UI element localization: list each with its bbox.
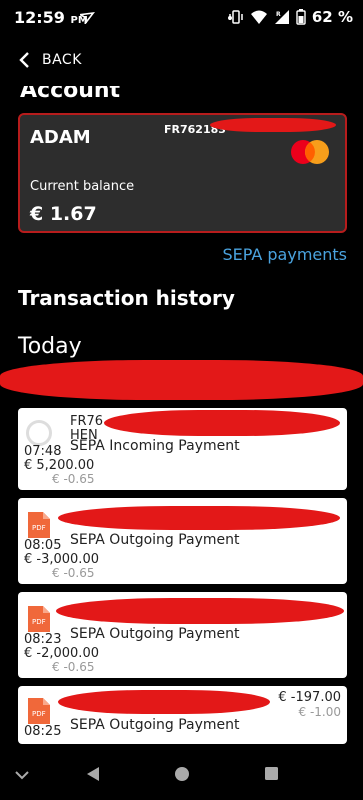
redaction-mark (58, 506, 340, 530)
wifi-icon (250, 10, 267, 24)
transaction-time: 08:23 (24, 632, 62, 647)
transaction-time: 08:05 (24, 538, 62, 553)
recents-square-icon[interactable] (264, 766, 279, 781)
section-title: Account (20, 78, 121, 103)
back-label: BACK (42, 52, 82, 68)
transaction-amount: € -2,000.00 (24, 646, 99, 661)
transaction-history-title: Transaction history (18, 286, 235, 310)
status-right-cluster: R 62 % (228, 8, 353, 26)
chevron-down-icon[interactable] (14, 770, 30, 780)
vibrate-icon (229, 10, 243, 24)
system-nav-bar (0, 752, 363, 800)
transaction-item[interactable]: PDF 08:05 SEPA Outgoing Payment € -3,000… (18, 498, 347, 584)
transaction-amount: € 5,200.00 (24, 458, 95, 473)
redaction-mark (0, 360, 363, 400)
signal-icon: R (274, 10, 289, 24)
header: BACK (0, 46, 363, 80)
day-title: Today (18, 334, 82, 359)
transaction-item[interactable]: PDF 08:23 SEPA Outgoing Payment € -2,000… (18, 592, 347, 678)
transaction-type: SEPA Outgoing Payment (70, 717, 240, 733)
svg-text:R: R (276, 11, 281, 18)
battery-icon (296, 9, 306, 25)
circle-icon (26, 420, 52, 446)
balance-label: Current balance (30, 179, 135, 194)
transaction-type: SEPA Incoming Payment (70, 438, 240, 454)
transaction-type: SEPA Outgoing Payment (70, 626, 240, 642)
svg-text:PDF: PDF (32, 710, 46, 718)
redaction-mark (210, 118, 336, 132)
status-time: 12:59 PM (14, 8, 88, 27)
transaction-fee: € -0.65 (52, 472, 95, 486)
home-circle-icon[interactable] (174, 766, 190, 782)
transaction-time: 07:48 (24, 444, 62, 459)
transaction-fee: € -1.00 (298, 705, 342, 719)
transaction-reference: FR76 (70, 414, 104, 429)
svg-text:PDF: PDF (32, 524, 46, 532)
transaction-amount: € -197.00 (278, 690, 341, 705)
mastercard-logo-icon (291, 140, 329, 164)
status-bar: 12:59 PM R 62 % (0, 0, 363, 36)
transaction-time: 08:25 (24, 724, 62, 739)
pdf-icon: PDF (28, 512, 50, 538)
back-button[interactable]: BACK (18, 51, 82, 69)
transaction-item[interactable]: PDF € -197.00 € -1.00 08:25 SEPA Outgoin… (18, 686, 347, 744)
redaction-mark (56, 598, 344, 624)
sepa-payments-link[interactable]: SEPA payments (222, 245, 347, 264)
redaction-mark (58, 690, 270, 714)
balance-value: € 1.67 (30, 203, 97, 225)
transaction-item[interactable]: FR76 HEN 07:48 SEPA Incoming Payment € 5… (18, 408, 347, 490)
navigation-arrow-icon (80, 11, 95, 24)
status-clock: 12:59 (14, 8, 65, 27)
back-triangle-icon[interactable] (86, 766, 100, 782)
card-holder-name: ADAM (30, 127, 91, 148)
transaction-amount: € -3,000.00 (24, 552, 99, 567)
transaction-type: SEPA Outgoing Payment (70, 532, 240, 548)
transaction-fee: € -0.65 (52, 566, 95, 580)
chevron-left-icon (19, 52, 29, 68)
pdf-icon: PDF (28, 698, 50, 724)
pdf-icon: PDF (28, 606, 50, 632)
svg-text:PDF: PDF (32, 618, 46, 626)
battery-percent: 62 % (311, 8, 353, 26)
transaction-fee: € -0.65 (52, 660, 95, 674)
redaction-mark (104, 410, 340, 436)
